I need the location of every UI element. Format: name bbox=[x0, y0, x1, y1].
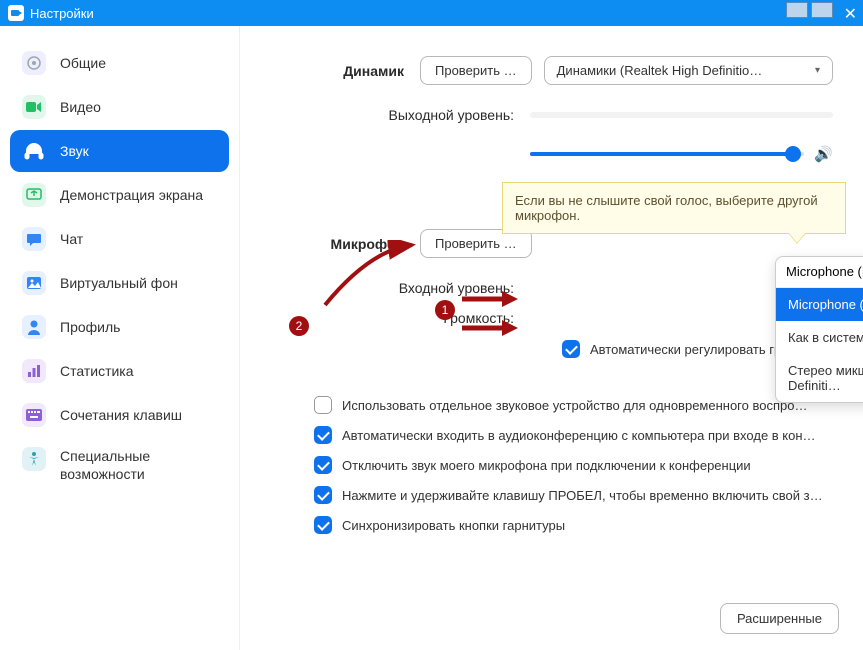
sidebar-item-label: Статистика bbox=[60, 363, 134, 379]
app-icon bbox=[8, 5, 24, 21]
sidebar-item-share[interactable]: Демонстрация экрана bbox=[10, 174, 229, 216]
chat-icon bbox=[22, 227, 46, 251]
sidebar-item-label: Демонстрация экрана bbox=[60, 187, 203, 203]
mute-on-join-checkbox[interactable] bbox=[314, 456, 332, 474]
annotation-arrow bbox=[460, 316, 520, 340]
auto-join-label: Автоматически входить в аудиоконференцию… bbox=[342, 428, 816, 443]
sidebar-item-label: Звук bbox=[60, 143, 89, 159]
sidebar-item-shortcuts[interactable]: Сочетания клавиш bbox=[10, 394, 229, 436]
sidebar-item-label: Чат bbox=[60, 231, 83, 247]
speaker-label: Динамик bbox=[270, 63, 420, 79]
test-speaker-button[interactable]: Проверить … bbox=[420, 56, 532, 85]
mic-option-0[interactable]: Microphone (HD Webcam C270) bbox=[776, 288, 863, 321]
mute-on-join-label: Отключить звук моего микрофона при подкл… bbox=[342, 458, 751, 473]
accessibility-icon bbox=[22, 447, 46, 471]
annotation-arrow bbox=[320, 240, 420, 310]
sidebar-item-video[interactable]: Видео bbox=[10, 86, 229, 128]
annotation-arrow bbox=[460, 287, 520, 311]
sidebar-item-vbg[interactable]: Виртуальный фон bbox=[10, 262, 229, 304]
minimize-button[interactable] bbox=[786, 2, 808, 18]
advanced-button[interactable]: Расширенные bbox=[720, 603, 839, 634]
content-pane: Динамик Проверить … Динамики (Realtek Hi… bbox=[240, 26, 863, 650]
output-level-meter bbox=[530, 112, 833, 118]
sidebar-item-label: Специальные возможности bbox=[60, 447, 217, 483]
video-icon bbox=[22, 95, 46, 119]
sidebar-item-label: Профиль bbox=[60, 319, 120, 335]
separate-device-checkbox[interactable] bbox=[314, 396, 332, 414]
mic-device-dropdown: Microphone (HD Webcam C270) ▾ Microphone… bbox=[775, 256, 863, 403]
volume-icon: 🔊 bbox=[814, 145, 833, 163]
push-to-talk-checkbox[interactable] bbox=[314, 486, 332, 504]
sync-headset-label: Синхронизировать кнопки гарнитуры bbox=[342, 518, 565, 533]
speaker-device-select[interactable]: Динамики (Realtek High Definitio… ▾ bbox=[544, 56, 833, 85]
separate-device-label: Использовать отдельное звуковое устройст… bbox=[342, 398, 807, 413]
push-to-talk-label: Нажмите и удерживайте клавишу ПРОБЕЛ, чт… bbox=[342, 488, 823, 503]
keyboard-icon bbox=[22, 403, 46, 427]
auto-adjust-checkbox[interactable] bbox=[562, 340, 580, 358]
maximize-button[interactable] bbox=[811, 2, 833, 18]
annotation-badge-1: 1 bbox=[435, 300, 455, 320]
general-icon bbox=[22, 51, 46, 75]
sidebar-item-accessibility[interactable]: Специальные возможности bbox=[10, 438, 229, 492]
close-icon[interactable]: ✕ bbox=[844, 4, 857, 24]
sync-headset-checkbox[interactable] bbox=[314, 516, 332, 534]
chevron-down-icon: ▾ bbox=[815, 65, 820, 76]
window-title: Настройки bbox=[30, 6, 94, 21]
sidebar-item-label: Виртуальный фон bbox=[60, 275, 178, 291]
mic-option-2[interactable]: Стерео микшер (Realtek High Definiti… bbox=[776, 354, 863, 402]
speaker-device-value: Динамики (Realtek High Definitio… bbox=[557, 63, 763, 78]
annotation-badge-2: 2 bbox=[289, 316, 309, 336]
sidebar-item-label: Видео bbox=[60, 99, 101, 115]
window-controls bbox=[786, 2, 833, 18]
output-level-label: Выходной уровень: bbox=[270, 107, 530, 123]
footer: Расширенные bbox=[720, 603, 839, 634]
speaker-volume-slider[interactable] bbox=[530, 152, 804, 156]
sidebar-item-label: Общие bbox=[60, 55, 106, 71]
headphones-icon bbox=[22, 139, 46, 163]
sidebar: Общие Видео Звук Демонстрация экрана Чат bbox=[0, 26, 240, 650]
mic-device-select[interactable]: Microphone (HD Webcam C270) ▾ bbox=[776, 257, 863, 288]
sidebar-item-chat[interactable]: Чат bbox=[10, 218, 229, 260]
mic-option-1[interactable]: Как в системе bbox=[776, 321, 863, 354]
background-icon bbox=[22, 271, 46, 295]
sidebar-item-general[interactable]: Общие bbox=[10, 42, 229, 84]
profile-icon bbox=[22, 315, 46, 339]
auto-join-checkbox[interactable] bbox=[314, 426, 332, 444]
sidebar-item-label: Сочетания клавиш bbox=[60, 407, 182, 423]
sidebar-item-profile[interactable]: Профиль bbox=[10, 306, 229, 348]
mic-tooltip: Если вы не слышите свой голос, выберите … bbox=[502, 182, 846, 234]
sidebar-item-stats[interactable]: Статистика bbox=[10, 350, 229, 392]
stats-icon bbox=[22, 359, 46, 383]
titlebar: Настройки ✕ bbox=[0, 0, 863, 26]
sidebar-item-audio[interactable]: Звук bbox=[10, 130, 229, 172]
mic-device-value: Microphone (HD Webcam C270) bbox=[786, 264, 863, 280]
share-screen-icon bbox=[22, 183, 46, 207]
